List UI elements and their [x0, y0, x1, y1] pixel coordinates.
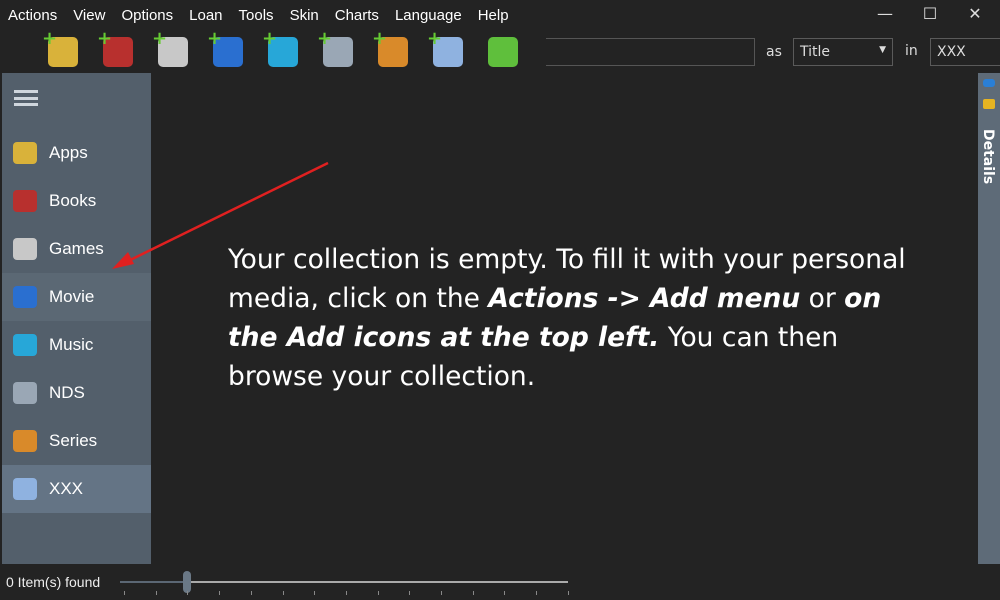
slider-tick: [377, 591, 379, 595]
slider-tick: [250, 591, 252, 595]
slider-tick: [472, 591, 474, 595]
slider-tick: [314, 591, 316, 595]
slider-tick: [155, 591, 157, 595]
slider-tick: [504, 591, 506, 595]
slider-tick: [124, 591, 125, 595]
items-found-status: 0 Item(s) found: [6, 574, 101, 590]
slider-tick: [441, 591, 442, 595]
zoom-slider-thumb[interactable]: [183, 571, 192, 593]
slider-tick: [409, 591, 411, 595]
slider-tick: [219, 591, 221, 595]
slider-tick: [345, 591, 347, 595]
slider-tick: [567, 591, 569, 595]
empty-collection-message: Your collection is empty. To fill it wit…: [228, 244, 906, 392]
slider-tick: [536, 591, 538, 595]
slider-tick: [282, 591, 284, 595]
slider-tick: [187, 591, 189, 595]
